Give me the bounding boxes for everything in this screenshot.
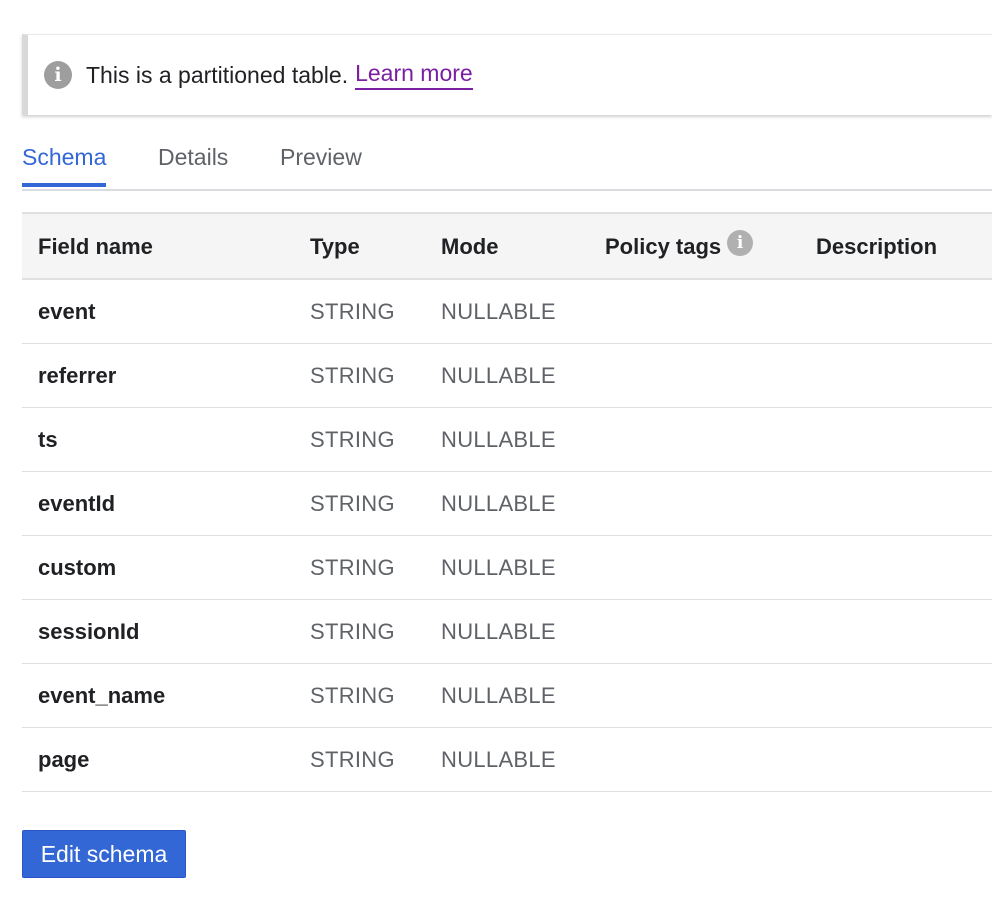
table-row: event_name STRING NULLABLE: [22, 664, 992, 728]
type-cell: STRING: [310, 619, 395, 644]
table-header-row: Field name Type Mode Policy tags i Descri…: [22, 212, 992, 280]
table-row: custom STRING NULLABLE: [22, 536, 992, 600]
policy-tags-label: Policy tags: [605, 234, 722, 259]
mode-cell: NULLABLE: [441, 747, 556, 772]
policy-tags-info-icon[interactable]: i: [727, 230, 754, 256]
table-body: event STRING NULLABLE referrer STRING NU…: [22, 280, 992, 792]
type-cell: STRING: [310, 683, 395, 708]
type-cell: STRING: [310, 491, 395, 516]
table-row: page STRING NULLABLE: [22, 728, 992, 792]
field-name-cell: referrer: [38, 363, 117, 388]
type-cell: STRING: [310, 555, 395, 580]
edit-schema-button[interactable]: Edit schema: [22, 830, 186, 878]
column-header-field-name: Field name: [38, 234, 153, 259]
field-name-cell: ts: [38, 427, 58, 452]
mode-cell: NULLABLE: [441, 299, 556, 324]
tab-bar: Schema Details Preview: [22, 140, 992, 191]
table-row: referrer STRING NULLABLE: [22, 344, 992, 408]
field-name-cell: event: [38, 299, 96, 324]
mode-cell: NULLABLE: [441, 363, 556, 388]
learn-more-link[interactable]: Learn more: [355, 60, 473, 90]
column-header-policy-tags: Policy tags i: [605, 214, 754, 278]
mode-cell: NULLABLE: [441, 619, 556, 644]
mode-cell: NULLABLE: [441, 555, 556, 580]
mode-cell: NULLABLE: [441, 427, 556, 452]
type-cell: STRING: [310, 427, 395, 452]
schema-table: Field name Type Mode Policy tags i Descri…: [22, 212, 992, 792]
field-name-cell: custom: [38, 555, 117, 580]
table-row: eventId STRING NULLABLE: [22, 472, 992, 536]
field-name-cell: event_name: [38, 683, 166, 708]
type-cell: STRING: [310, 299, 395, 324]
table-row: sessionId STRING NULLABLE: [22, 600, 992, 664]
column-header-type: Type: [310, 234, 360, 259]
column-header-description: Description: [816, 234, 938, 259]
table-row: ts STRING NULLABLE: [22, 408, 992, 472]
field-name-cell: sessionId: [38, 619, 140, 644]
banner-message: This is a partitioned table.: [86, 61, 349, 88]
tab-schema[interactable]: Schema: [22, 140, 107, 187]
type-cell: STRING: [310, 363, 395, 388]
field-name-cell: page: [38, 747, 90, 772]
tab-preview[interactable]: Preview: [280, 140, 362, 187]
table-row: event STRING NULLABLE: [22, 280, 992, 344]
info-icon: i: [44, 61, 72, 89]
partitioned-table-banner: i This is a partitioned table. Learn mor…: [22, 34, 992, 115]
schema-panel: i This is a partitioned table. Learn mor…: [0, 0, 992, 924]
field-name-cell: eventId: [38, 491, 116, 516]
type-cell: STRING: [310, 747, 395, 772]
mode-cell: NULLABLE: [441, 683, 556, 708]
tab-details[interactable]: Details: [158, 140, 228, 187]
column-header-mode: Mode: [441, 234, 499, 259]
mode-cell: NULLABLE: [441, 491, 556, 516]
